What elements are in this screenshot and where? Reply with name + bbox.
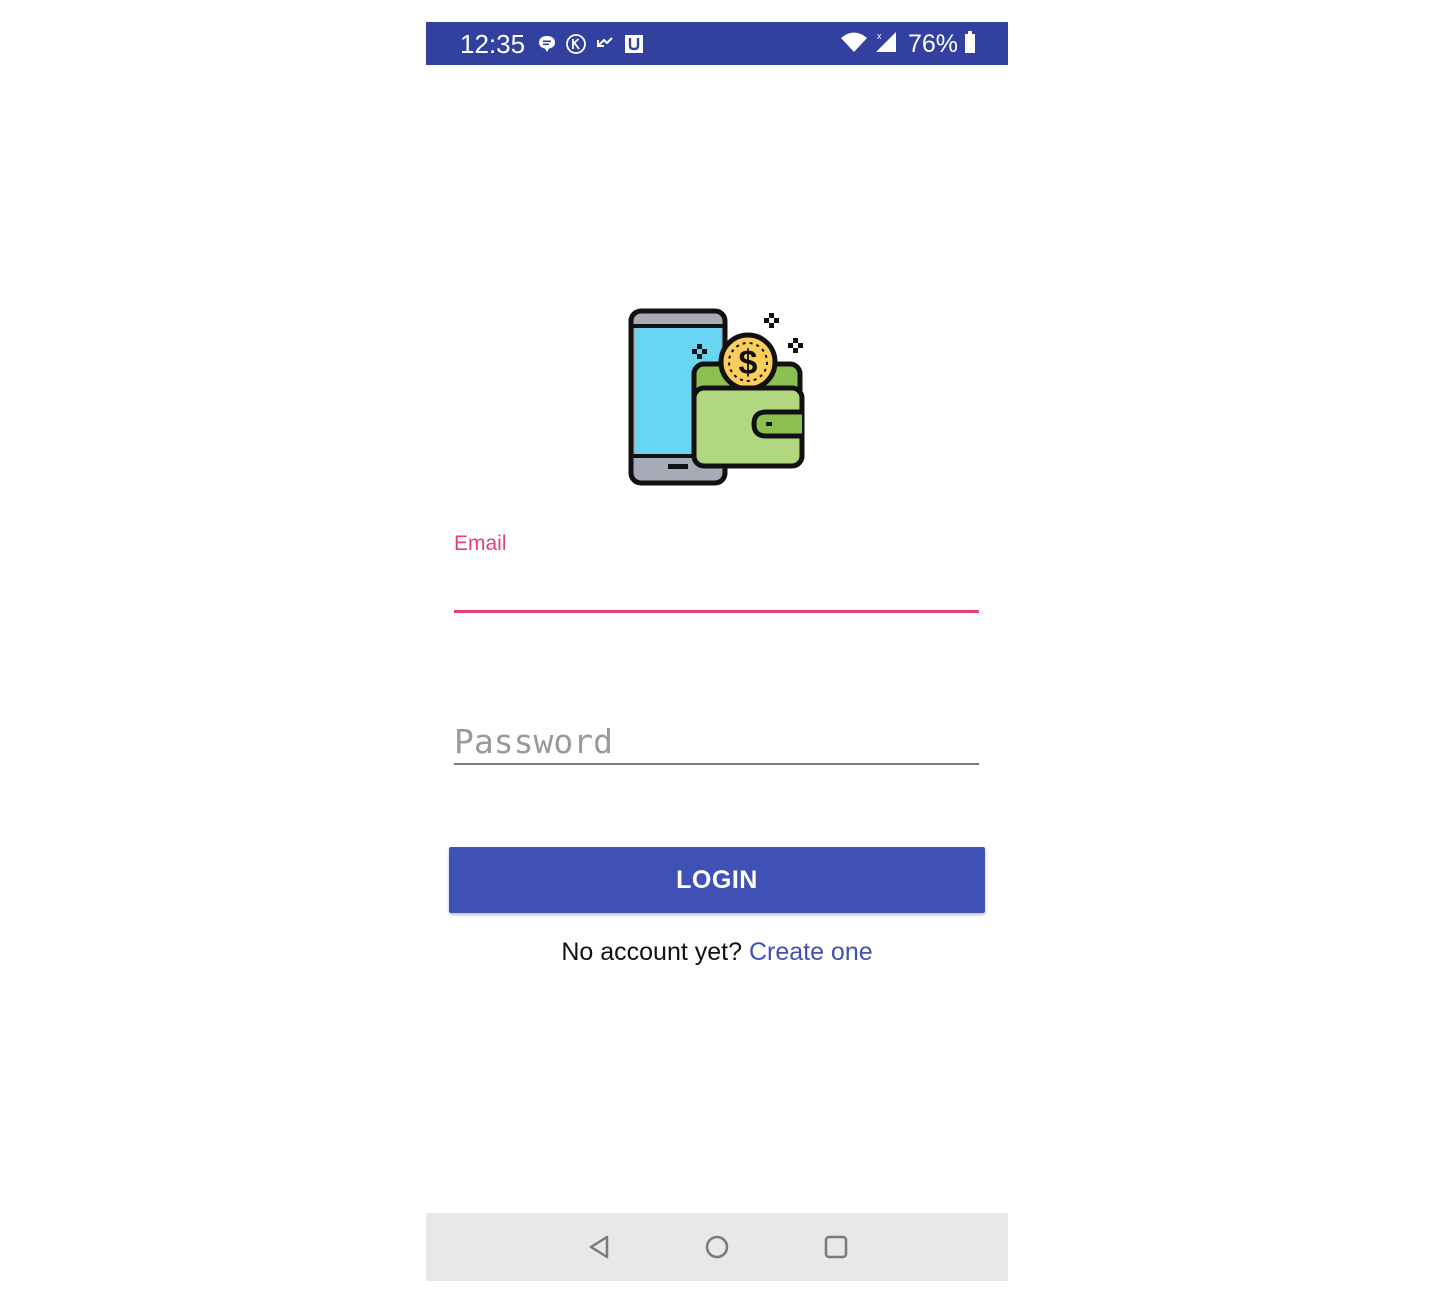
email-field[interactable] bbox=[454, 570, 979, 613]
signup-prompt: No account yet? bbox=[561, 938, 742, 966]
navigation-bar bbox=[426, 1213, 1008, 1281]
signup-row: No account yet? Create one bbox=[426, 938, 1008, 967]
svg-text:x: x bbox=[877, 31, 882, 41]
login-button[interactable]: LOGIN bbox=[449, 847, 985, 913]
signal-icon: x bbox=[874, 30, 898, 59]
back-icon[interactable] bbox=[583, 1231, 615, 1263]
svg-text:$: $ bbox=[739, 344, 758, 382]
status-time: 12:35 bbox=[460, 29, 526, 59]
k-circle-icon bbox=[565, 33, 587, 55]
u-box-icon bbox=[623, 33, 645, 55]
phone-screen: 12:35 x 76% $ Email LOGIN No account yet… bbox=[426, 22, 1008, 1281]
notification-icons bbox=[536, 32, 645, 56]
recents-icon[interactable] bbox=[820, 1231, 852, 1263]
battery-percent: 76% bbox=[907, 30, 958, 58]
missed-call-icon bbox=[594, 33, 616, 55]
password-field[interactable] bbox=[454, 719, 979, 765]
create-account-link[interactable]: Create one bbox=[749, 938, 873, 966]
wifi-icon bbox=[840, 31, 868, 58]
mobile-wallet-icon: $ bbox=[626, 306, 808, 488]
battery-icon bbox=[964, 30, 976, 58]
message-icon bbox=[536, 33, 558, 55]
email-label: Email bbox=[454, 532, 507, 555]
system-icons: x 76% bbox=[840, 30, 976, 58]
status-bar: 12:35 x 76% bbox=[426, 22, 1008, 65]
home-icon[interactable] bbox=[701, 1231, 733, 1263]
